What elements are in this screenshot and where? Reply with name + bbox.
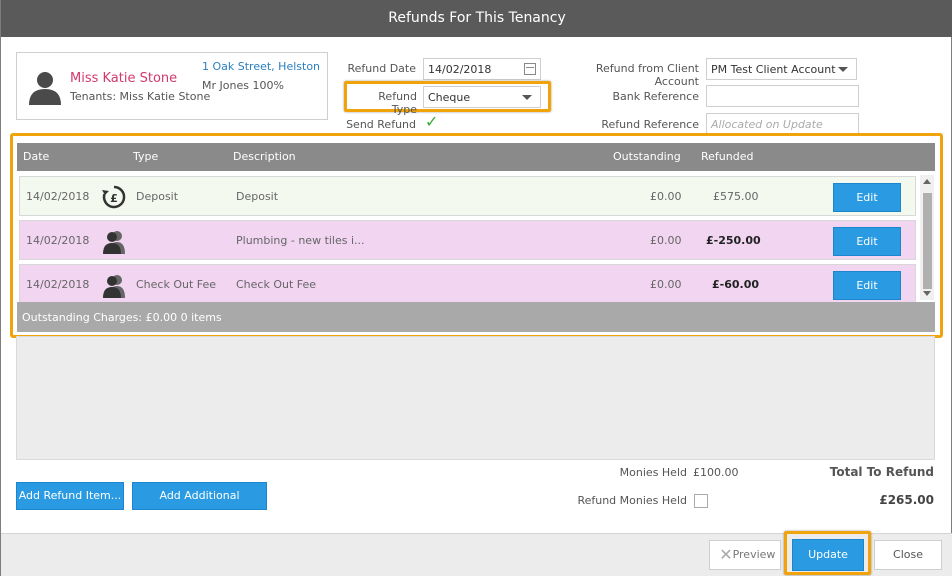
refund-reference-input[interactable]: Allocated on Update: [706, 113, 859, 135]
refund-date-label: Refund Date: [347, 62, 416, 75]
property-address-link[interactable]: 1 Oak Street, Helston: [202, 60, 320, 73]
tenant-name: Miss Katie Stone: [70, 71, 178, 86]
send-refund-label: Send Refund: [346, 118, 416, 131]
bank-reference-label: Bank Reference: [612, 90, 699, 103]
refund-type-value: Cheque: [428, 91, 471, 104]
send-refund-check-icon[interactable]: ✓: [425, 112, 438, 131]
client-account-select[interactable]: PM Test Client Account: [706, 58, 857, 80]
refund-date-value: 14/02/2018: [428, 63, 492, 76]
client-account-label: Refund from Client Account: [595, 62, 699, 88]
preview-label: Preview: [732, 548, 776, 561]
chevron-down-icon: [838, 67, 848, 72]
tenant-card: Miss Katie Stone Tenants: Miss Katie Sto…: [16, 52, 328, 120]
refund-type-select[interactable]: Cheque: [423, 86, 541, 108]
chevron-down-icon: [522, 95, 532, 100]
calendar-icon[interactable]: [524, 63, 536, 75]
bank-reference-input[interactable]: [706, 85, 859, 107]
add-additional-charge-button[interactable]: Add Additional Charge...: [132, 482, 267, 528]
window-title: Refunds For This Tenancy: [1, 0, 952, 37]
refunds-dialog: Refunds For This Tenancy Miss Katie Ston…: [0, 0, 952, 576]
bottom-action-bar: ✕ Preview Update Close: [1, 531, 952, 576]
client-account-value: PM Test Client Account: [711, 63, 836, 76]
monies-held-value: £100.00: [693, 466, 739, 479]
empty-panel: [16, 336, 935, 460]
person-avatar-icon: [29, 72, 61, 105]
total-refund-label: Total To Refund: [829, 465, 934, 479]
tenants-line: Tenants: Miss Katie Stone: [70, 90, 211, 103]
close-x-icon: ✕: [719, 545, 733, 564]
update-button[interactable]: Update: [792, 539, 864, 571]
total-refund-value: £265.00: [879, 493, 934, 507]
landlord-share: Mr Jones 100%: [202, 79, 284, 92]
refund-monies-held-label: Refund Monies Held: [577, 494, 687, 507]
refund-monies-held-checkbox[interactable]: [694, 494, 708, 508]
grid-highlight: [10, 133, 943, 338]
refund-type-label: Refund Type: [378, 90, 417, 116]
refund-date-field[interactable]: 14/02/2018: [423, 58, 541, 80]
monies-held-label: Monies Held: [619, 466, 687, 479]
close-button[interactable]: Close: [874, 540, 942, 570]
add-refund-item-button[interactable]: Add Refund Item...: [16, 482, 124, 510]
preview-button[interactable]: ✕ Preview: [709, 540, 781, 570]
refund-reference-label: Refund Reference: [601, 118, 699, 131]
